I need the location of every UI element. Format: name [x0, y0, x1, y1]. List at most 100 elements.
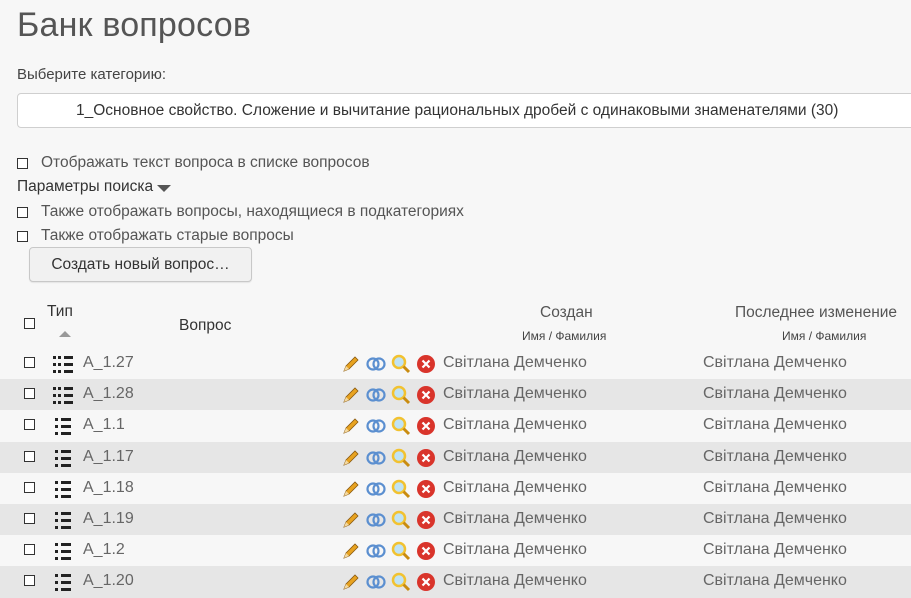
show-question-text-label: Отображать текст вопроса в списке вопрос… — [41, 154, 370, 171]
header-created-name[interactable]: Имя / Фамилия — [522, 329, 606, 343]
edit-icon[interactable] — [341, 479, 361, 499]
header-modified-name[interactable]: Имя / Фамилия — [782, 329, 866, 343]
row-checkbox[interactable] — [24, 575, 35, 587]
table-row: A_1.19 Світлана Демченко Світлана Демчен… — [0, 503, 911, 536]
table-header: Тип Вопрос Создан Имя / Фамилия Последне… — [0, 298, 911, 348]
creator-name: Світлана Демченко — [443, 385, 587, 403]
show-subcategories-checkbox[interactable] — [17, 206, 28, 218]
category-select[interactable]: 1_Основное свойство. Сложение и вычитани… — [17, 93, 911, 128]
modifier-name: Світлана Демченко — [703, 478, 847, 496]
category-label: Выберите категорию: — [17, 66, 167, 83]
edit-icon[interactable] — [341, 416, 361, 436]
singlechoice-icon — [55, 480, 71, 498]
delete-icon[interactable] — [416, 541, 436, 561]
duplicate-icon[interactable] — [366, 510, 386, 530]
edit-icon[interactable] — [341, 354, 361, 374]
show-subcategories-label: Также отображать вопросы, находящиеся в … — [41, 203, 464, 220]
delete-icon[interactable] — [416, 354, 436, 374]
duplicate-icon[interactable] — [366, 572, 386, 592]
search-params-toggle[interactable]: Параметры поиска — [17, 178, 172, 196]
show-old-option[interactable]: Также отображать старые вопросы — [17, 227, 294, 245]
modifier-name: Світлана Демченко — [703, 416, 847, 434]
preview-icon[interactable] — [391, 448, 411, 468]
question-name: A_1.19 — [83, 509, 134, 527]
edit-icon[interactable] — [341, 572, 361, 592]
header-modified[interactable]: Последнее изменение — [735, 304, 897, 322]
modifier-name: Світлана Демченко — [703, 541, 847, 559]
duplicate-icon[interactable] — [366, 541, 386, 561]
delete-icon[interactable] — [416, 510, 436, 530]
edit-icon[interactable] — [341, 448, 361, 468]
show-question-text-option[interactable]: Отображать текст вопроса в списке вопрос… — [17, 154, 370, 172]
delete-icon[interactable] — [416, 479, 436, 499]
table-row: A_1.2 Світлана Демченко Світлана Демченк… — [0, 535, 911, 566]
header-created[interactable]: Создан — [540, 304, 593, 322]
create-question-button[interactable]: Создать новый вопрос… — [29, 247, 252, 282]
preview-icon[interactable] — [391, 385, 411, 405]
row-checkbox[interactable] — [24, 357, 35, 368]
delete-icon[interactable] — [416, 572, 436, 592]
creator-name: Світлана Демченко — [443, 478, 587, 496]
creator-name: Світлана Демченко — [443, 354, 587, 371]
question-list: A_1.27 Світлана Демченко Світлана Демчен… — [0, 348, 911, 598]
modifier-name: Світлана Демченко — [703, 385, 847, 403]
table-row: A_1.17 Світлана Демченко Світлана Демчен… — [0, 441, 911, 473]
preview-icon[interactable] — [391, 354, 411, 374]
edit-icon[interactable] — [341, 385, 361, 405]
table-row: A_1.18 Світлана Демченко Світлана Демчен… — [0, 473, 911, 504]
question-name: A_1.18 — [83, 478, 134, 496]
duplicate-icon[interactable] — [366, 416, 386, 436]
search-params-label: Параметры поиска — [17, 178, 154, 195]
table-row: A_1.28 Світлана Демченко Світлана Демчен… — [0, 379, 911, 411]
multichoice-icon — [53, 387, 73, 405]
show-old-label: Также отображать старые вопросы — [41, 227, 294, 244]
sort-asc-icon[interactable] — [59, 331, 71, 337]
row-checkbox[interactable] — [24, 388, 35, 400]
singlechoice-icon — [55, 418, 71, 436]
row-checkbox[interactable] — [24, 512, 35, 524]
caret-down-icon — [157, 184, 172, 192]
modifier-name: Світлана Демченко — [703, 509, 847, 527]
creator-name: Світлана Демченко — [443, 447, 587, 465]
show-subcategories-option[interactable]: Также отображать вопросы, находящиеся в … — [17, 203, 464, 221]
creator-name: Світлана Демченко — [443, 416, 587, 434]
duplicate-icon[interactable] — [366, 385, 386, 405]
delete-icon[interactable] — [416, 448, 436, 468]
show-question-text-checkbox[interactable] — [17, 157, 28, 169]
edit-icon[interactable] — [341, 541, 361, 561]
delete-icon[interactable] — [416, 416, 436, 436]
singlechoice-icon — [55, 449, 71, 467]
edit-icon[interactable] — [341, 510, 361, 530]
preview-icon[interactable] — [391, 510, 411, 530]
row-checkbox[interactable] — [24, 419, 35, 431]
preview-icon[interactable] — [391, 416, 411, 436]
header-type[interactable]: Тип — [47, 303, 73, 321]
multichoice-icon — [53, 356, 73, 373]
singlechoice-icon — [55, 511, 71, 529]
question-name: A_1.27 — [83, 354, 134, 371]
table-row: A_1.27 Світлана Демченко Світлана Демчен… — [0, 348, 911, 379]
select-all-checkbox[interactable] — [24, 318, 35, 329]
question-name: A_1.28 — [83, 385, 134, 403]
delete-icon[interactable] — [416, 385, 436, 405]
page-title: Банк вопросов — [17, 6, 252, 44]
modifier-name: Світлана Демченко — [703, 354, 847, 371]
duplicate-icon[interactable] — [366, 354, 386, 374]
question-name: A_1.2 — [83, 541, 125, 559]
row-checkbox[interactable] — [24, 481, 35, 493]
show-old-checkbox[interactable] — [17, 230, 28, 242]
modifier-name: Світлана Демченко — [703, 447, 847, 465]
creator-name: Світлана Демченко — [443, 541, 587, 559]
duplicate-icon[interactable] — [366, 479, 386, 499]
header-question[interactable]: Вопрос — [179, 317, 231, 335]
row-checkbox[interactable] — [24, 450, 35, 462]
question-name: A_1.17 — [83, 447, 134, 465]
singlechoice-icon — [55, 543, 71, 561]
singlechoice-icon — [55, 574, 71, 592]
row-checkbox[interactable] — [24, 544, 35, 556]
table-row: A_1.1 Світлана Демченко Світлана Демченк… — [0, 410, 911, 441]
preview-icon[interactable] — [391, 479, 411, 499]
duplicate-icon[interactable] — [366, 448, 386, 468]
preview-icon[interactable] — [391, 541, 411, 561]
preview-icon[interactable] — [391, 572, 411, 592]
